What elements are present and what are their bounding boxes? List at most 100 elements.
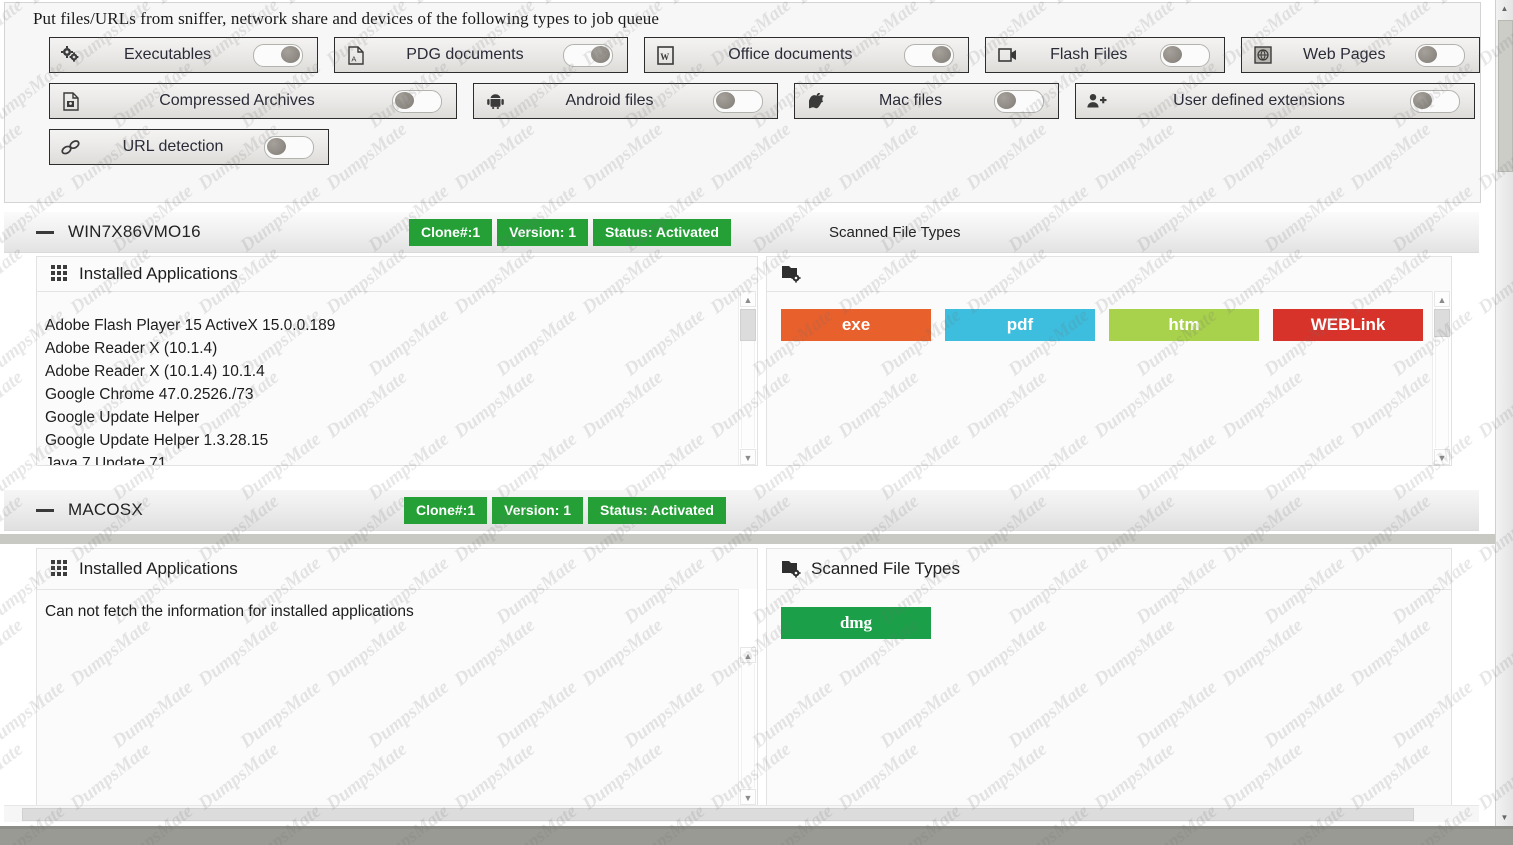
application-window: Put files/URLs from sniffer, network sha… xyxy=(0,0,1513,829)
toggle-switch[interactable] xyxy=(1160,44,1210,67)
file-type-toggle-user-defined-extensions[interactable]: User defined extensions xyxy=(1075,83,1475,119)
toggle-switch[interactable] xyxy=(264,136,314,159)
file-type-toggle-office-documents[interactable]: W Office documents xyxy=(644,37,969,73)
pane-title: Installed Applications xyxy=(79,559,238,579)
file-type-toggle-label: Android files xyxy=(516,92,703,110)
toggle-switch[interactable] xyxy=(994,90,1044,113)
user-add-icon xyxy=(1076,93,1118,109)
apps-scrollbar-macosx[interactable]: ▲ ▼ xyxy=(738,589,757,805)
installed-applications-list-win7: Adobe Flash Player 15 ActiveX 15.0.0.189… xyxy=(37,307,757,465)
file-type-toggle-label: Mac files xyxy=(837,92,984,110)
file-type-toggle-flash-files[interactable]: Flash Files xyxy=(985,37,1225,73)
scroll-up-arrow[interactable]: ▲ xyxy=(740,647,756,663)
scroll-thumb[interactable] xyxy=(1434,309,1450,337)
file-type-badge[interactable]: dmg xyxy=(781,607,931,639)
types-scrollbar-win7[interactable]: ▲ ▼ xyxy=(1432,291,1451,465)
scanned-file-types-pane-macosx: Scanned File Types dmg xyxy=(766,548,1452,806)
scanned-file-types-pane-win7: exepdfhtm WEBLink ▲ ▼ xyxy=(766,256,1452,466)
status-badge: Status: Activated xyxy=(588,497,726,524)
file-type-toggle-grid: Executables APDG documents W Office documen… xyxy=(5,37,1480,175)
gears-icon xyxy=(50,46,92,64)
file-type-badge[interactable]: pdf xyxy=(945,309,1095,341)
file-type-toggle-mac-files[interactable]: Mac files xyxy=(794,83,1059,119)
file-type-toggle-label: Office documents xyxy=(687,46,894,64)
svg-text:A: A xyxy=(351,54,356,63)
file-type-toggle-label: URL detection xyxy=(92,138,254,156)
toggle-knob xyxy=(395,92,414,109)
word-document-icon: W xyxy=(645,46,687,65)
file-type-toggle-label: User defined extensions xyxy=(1118,92,1400,110)
toggle-knob xyxy=(997,92,1016,109)
toggle-knob xyxy=(1163,46,1182,63)
group-header-macosx[interactable]: MACOSX Clone#:1 Version: 1 Status: Activ… xyxy=(4,490,1479,532)
archive-icon xyxy=(50,92,92,111)
scroll-up-arrow[interactable]: ▲ xyxy=(740,291,756,307)
page-scroll-down-arrow[interactable]: ▼ xyxy=(1496,809,1513,826)
scroll-down-arrow[interactable]: ▼ xyxy=(740,789,756,805)
status-badge: Version: 1 xyxy=(492,497,583,524)
page-scroll-thumb[interactable] xyxy=(1498,20,1513,172)
list-item: Adobe Flash Player 15 ActiveX 15.0.0.189 xyxy=(45,314,757,337)
file-type-badge[interactable]: htm xyxy=(1109,309,1259,341)
file-type-toggle-web-pages[interactable]: Web Pages xyxy=(1241,37,1481,73)
group-title: MACOSX xyxy=(68,500,143,520)
page-scrollbar[interactable]: ▲ ▼ xyxy=(1495,0,1513,826)
file-type-toggle-pdg-documents[interactable]: APDG documents xyxy=(334,37,628,73)
group-header-win7[interactable]: WIN7X86VMO16 Clone#:1 Version: 1 Status:… xyxy=(4,212,1479,254)
group-badges: Clone#:1 Version: 1 Status: Activated xyxy=(409,219,731,246)
scanned-file-types-header-label: Scanned File Types xyxy=(829,224,960,241)
link-chain-icon xyxy=(50,139,92,156)
scroll-track[interactable] xyxy=(741,664,755,788)
collapse-icon[interactable] xyxy=(36,231,54,234)
toggle-switch[interactable] xyxy=(253,44,303,67)
scroll-thumb[interactable] xyxy=(740,309,756,341)
toggle-switch[interactable] xyxy=(392,90,442,113)
toggle-switch[interactable] xyxy=(563,44,613,67)
empty-state-message: Can not fetch the information for instal… xyxy=(37,589,757,621)
scroll-down-arrow[interactable]: ▼ xyxy=(1434,449,1450,465)
pane-title: Installed Applications xyxy=(79,264,238,284)
list-item: Adobe Reader X (10.1.4) 10.1.4 xyxy=(45,360,757,383)
list-item: Adobe Reader X (10.1.4) xyxy=(45,337,757,360)
file-type-toggle-compressed-archives[interactable]: Compressed Archives xyxy=(49,83,457,119)
scroll-up-arrow[interactable]: ▲ xyxy=(1434,291,1450,307)
toggle-knob xyxy=(932,46,951,63)
scanned-file-types-icon xyxy=(781,560,801,578)
file-type-badge[interactable]: WEBLink xyxy=(1273,309,1423,341)
file-type-toggle-android-files[interactable]: Android files xyxy=(473,83,778,119)
pane-body: exepdfhtm WEBLink ▲ ▼ xyxy=(767,291,1451,465)
toggle-switch[interactable] xyxy=(713,90,763,113)
toggle-switch[interactable] xyxy=(904,44,954,67)
scroll-down-arrow[interactable]: ▼ xyxy=(740,449,756,465)
file-type-toggle-label: Compressed Archives xyxy=(92,92,382,110)
toggle-knob xyxy=(267,138,286,155)
horizontal-scrollbar[interactable] xyxy=(4,805,1479,822)
list-item: Google Update Helper 1.3.28.15 xyxy=(45,429,757,452)
status-badge: Clone#:1 xyxy=(404,497,487,524)
pane-header xyxy=(767,257,1451,292)
section-divider xyxy=(0,534,1513,544)
file-type-toggle-label: Executables xyxy=(92,46,243,64)
file-type-row: URL detection xyxy=(5,129,1480,175)
status-badge: Version: 1 xyxy=(497,219,588,246)
apps-grid-icon xyxy=(51,560,69,578)
android-icon xyxy=(474,93,516,109)
apps-scrollbar-win7[interactable]: ▲ ▼ xyxy=(738,291,757,465)
file-type-toggle-executables[interactable]: Executables xyxy=(49,37,318,73)
hscroll-thumb[interactable] xyxy=(22,808,1414,821)
svg-text:W: W xyxy=(660,52,669,62)
collapse-icon[interactable] xyxy=(36,509,54,512)
pane-body: dmg xyxy=(767,589,1451,805)
toggle-switch[interactable] xyxy=(1410,90,1460,113)
group-title: WIN7X86VMO16 xyxy=(68,222,201,242)
file-type-toggle-url-detection[interactable]: URL detection xyxy=(49,129,329,165)
file-type-selection-panel: Put files/URLs from sniffer, network sha… xyxy=(4,2,1481,203)
toggle-switch[interactable] xyxy=(1415,44,1465,67)
toggle-knob xyxy=(281,46,300,63)
pane-body: Can not fetch the information for instal… xyxy=(37,589,757,805)
file-type-badge[interactable]: exe xyxy=(781,309,931,341)
installed-applications-pane-win7: Installed Applications Adobe Flash Playe… xyxy=(36,256,758,466)
file-type-row: Compressed Archives Android files Mac file… xyxy=(5,83,1480,129)
page-scroll-up-arrow[interactable]: ▲ xyxy=(1496,0,1513,17)
status-badge: Status: Activated xyxy=(593,219,731,246)
